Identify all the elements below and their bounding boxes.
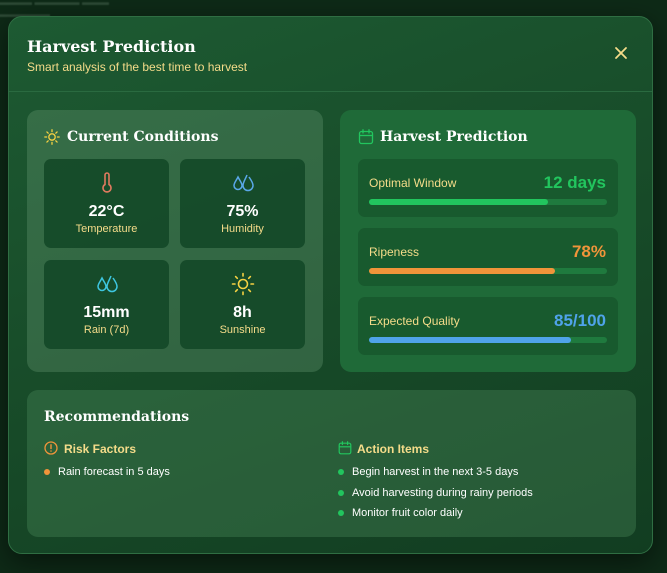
- recommendations-title: Recommendations: [44, 409, 190, 425]
- list-item: Begin harvest in the next 3-5 days: [338, 465, 533, 486]
- current-conditions-panel: Current Conditions 22°C Temperature 75% …: [27, 110, 323, 372]
- stat-humidity: 75% Humidity: [180, 159, 305, 248]
- harvest-prediction-modal: Harvest Prediction Smart analysis of the…: [8, 16, 653, 554]
- stat-label: Temperature: [75, 223, 138, 235]
- risk-factors-list: Rain forecast in 5 days: [44, 465, 170, 486]
- close-button[interactable]: [612, 44, 630, 62]
- metric-value: 78%: [571, 242, 606, 261]
- bullet-dot: [44, 469, 50, 475]
- stat-value: 8h: [233, 304, 252, 321]
- modal-title: Harvest Prediction: [27, 37, 196, 56]
- list-item: Monitor fruit color daily: [338, 506, 533, 527]
- metric-optimal-window: Optimal Window 12 days: [358, 159, 618, 217]
- stat-rain: 15mm Rain (7d): [44, 260, 169, 349]
- list-item-text: Rain forecast in 5 days: [58, 466, 170, 478]
- bullet-dot: [338, 489, 344, 496]
- bullet-dot: [338, 469, 344, 475]
- progress-track: [369, 337, 607, 343]
- action-items-title: Action Items: [357, 442, 430, 456]
- progress-track: [369, 199, 607, 205]
- prediction-title: Harvest Prediction: [380, 129, 528, 145]
- stat-temperature: 22°C Temperature: [44, 159, 169, 248]
- metric-label: Optimal Window: [369, 176, 457, 190]
- stat-value: 75%: [226, 203, 259, 220]
- progress-track: [369, 268, 607, 274]
- bullet-dot: [338, 510, 344, 516]
- recommendations-panel: Recommendations Risk Factors Rain foreca…: [27, 390, 636, 537]
- list-item: Avoid harvesting during rainy periods: [338, 486, 533, 507]
- sun-icon: [231, 272, 254, 296]
- droplets-icon: [232, 174, 254, 192]
- stat-label: Humidity: [221, 223, 264, 235]
- modal-subtitle: Smart analysis of the best time to harve…: [27, 60, 248, 74]
- metric-value: 12 days: [543, 173, 606, 192]
- droplets-icon: [96, 275, 118, 293]
- conditions-title: Current Conditions: [67, 129, 219, 145]
- stat-sunshine: 8h Sunshine: [180, 260, 305, 349]
- metric-label: Ripeness: [369, 245, 420, 259]
- close-icon: [615, 47, 627, 59]
- sun-icon: [44, 129, 60, 145]
- stat-value: 15mm: [83, 304, 130, 321]
- metric-ripeness: Ripeness 78%: [358, 228, 618, 286]
- metric-value: 85/100: [554, 311, 606, 330]
- action-items-list: Begin harvest in the next 3-5 days Avoid…: [338, 465, 533, 527]
- risk-factors-title: Risk Factors: [64, 442, 137, 456]
- alert-circle-icon: [44, 441, 58, 455]
- harvest-prediction-panel: Harvest Prediction Optimal Window 12 day…: [340, 110, 636, 372]
- calendar-icon: [358, 129, 374, 145]
- stat-label: Rain (7d): [83, 324, 130, 336]
- thermometer-icon: [101, 172, 112, 193]
- list-item-text: Avoid harvesting during rainy periods: [352, 486, 533, 499]
- metric-expected-quality: Expected Quality 85/100: [358, 297, 618, 355]
- list-item-text: Begin harvest in the next 3-5 days: [352, 466, 519, 478]
- progress-fill: [369, 199, 548, 205]
- modal-header: Harvest Prediction Smart analysis of the…: [9, 17, 652, 92]
- progress-fill: [369, 268, 555, 274]
- calendar-icon: [338, 441, 352, 455]
- stat-value: 22°C: [88, 203, 125, 220]
- stat-label: Sunshine: [219, 324, 266, 336]
- list-item: Rain forecast in 5 days: [44, 465, 170, 486]
- progress-fill: [369, 337, 572, 343]
- metric-label: Expected Quality: [369, 314, 460, 328]
- list-item-text: Monitor fruit color daily: [352, 507, 463, 519]
